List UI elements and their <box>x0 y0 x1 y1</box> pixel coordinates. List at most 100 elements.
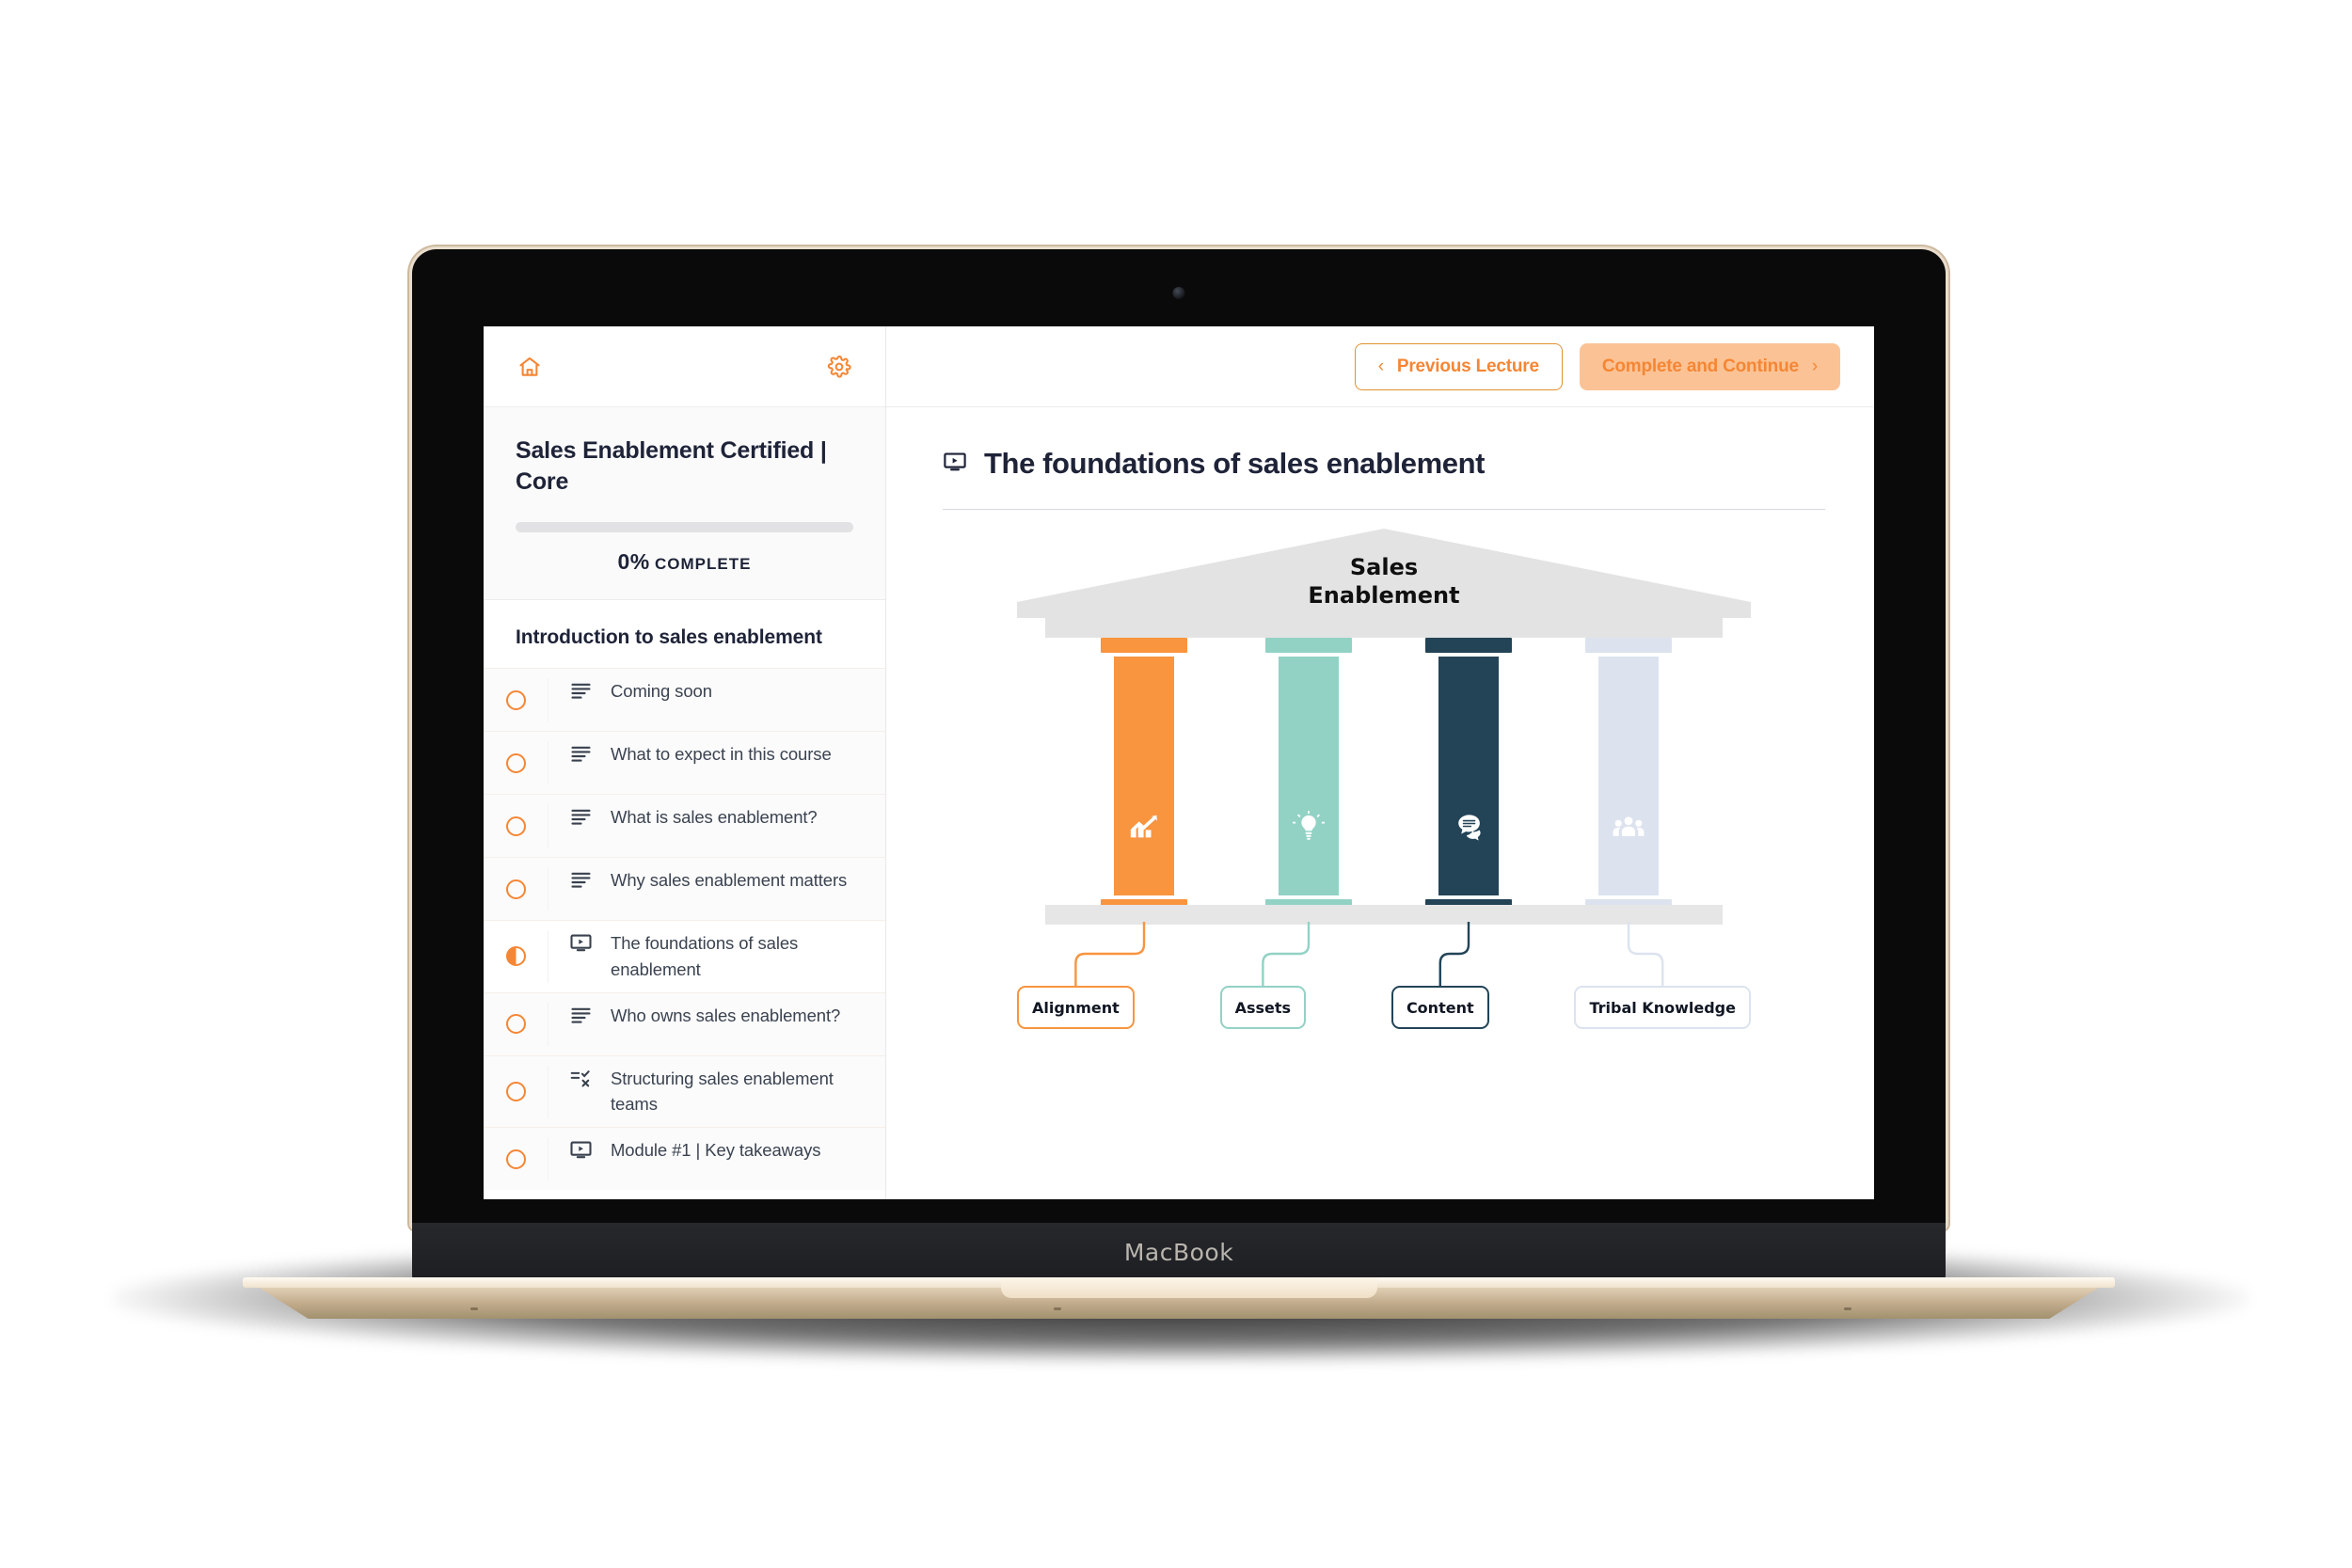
text-lines-icon <box>569 679 594 707</box>
status-empty-circle-icon <box>505 1081 526 1101</box>
lesson-status-toggle[interactable] <box>484 946 548 967</box>
previous-lecture-button[interactable]: ‹ Previous Lecture <box>1354 342 1563 390</box>
lesson-item[interactable]: Module #1 | Key takeaways <box>484 1127 885 1190</box>
base-foot-dot <box>1054 1307 1061 1310</box>
webcam-icon <box>1172 287 1185 299</box>
diagram-container: Sales Enablement Alignment Assets Conten… <box>943 510 1825 1029</box>
people-icon <box>1613 811 1645 843</box>
lesson-label: What is sales enablement? <box>611 807 818 827</box>
lesson-status-toggle[interactable] <box>484 879 548 899</box>
pillar-label-assets[interactable]: Assets <box>1219 986 1307 1029</box>
lesson-item[interactable]: What is sales enablement? <box>484 794 885 857</box>
pillar-shaft <box>1598 657 1659 895</box>
main-content: ‹ Previous Lecture Complete and Continue… <box>886 326 1874 1199</box>
lecture-title: The foundations of sales enablement <box>984 447 1486 480</box>
pillar-content <box>1425 638 1512 914</box>
pillar-capital <box>1101 638 1187 653</box>
lesson-label: Who owns sales enablement? <box>611 1005 841 1025</box>
main-topbar: ‹ Previous Lecture Complete and Continue… <box>886 326 1874 407</box>
sidebar-topbar <box>484 326 885 407</box>
lesson-item[interactable]: Coming soon <box>484 668 885 731</box>
video-icon <box>569 931 594 959</box>
progress-suffix: COMPLETE <box>655 555 752 573</box>
growth-chart-icon <box>1128 811 1160 843</box>
video-icon <box>569 1138 594 1166</box>
laptop-base-notch <box>1001 1277 1377 1298</box>
quiz-icon <box>569 1067 594 1095</box>
connector-lines <box>1074 922 1664 986</box>
lesson-status-toggle[interactable] <box>484 816 548 836</box>
lesson-status-toggle[interactable] <box>484 1148 548 1169</box>
pillar-capital <box>1425 638 1512 653</box>
complete-and-continue-button[interactable]: Complete and Continue › <box>1579 342 1840 390</box>
lesson-item[interactable]: Who owns sales enablement? <box>484 991 885 1055</box>
pillar-alignment <box>1101 638 1187 914</box>
lesson-list: Coming soon What to expect in this cours… <box>484 668 885 1199</box>
chevron-right-icon: › <box>1811 356 1818 376</box>
sidebar: Sales Enablement Certified | Core 0% COM… <box>484 326 886 1199</box>
section-title: Introduction to sales enablement <box>484 600 885 668</box>
home-icon[interactable] <box>517 355 542 379</box>
status-empty-circle-icon <box>505 689 526 710</box>
lesson-body: Coming soon <box>548 678 885 721</box>
pillar-label-content[interactable]: Content <box>1391 986 1489 1029</box>
pediment-title-line2: Enablement <box>1308 582 1460 609</box>
laptop-mockup: Sales Enablement Certified | Core 0% COM… <box>0 0 2352 1568</box>
complete-and-continue-label: Complete and Continue <box>1601 356 1799 376</box>
base-foot-dot <box>470 1307 478 1310</box>
course-progress-panel: Sales Enablement Certified | Core 0% COM… <box>484 407 885 600</box>
chevron-left-icon: ‹ <box>1377 356 1384 376</box>
lesson-body: The foundations of sales enablement <box>548 930 885 983</box>
lesson-body: Why sales enablement matters <box>548 867 885 911</box>
laptop-lid: Sales Enablement Certified | Core 0% COM… <box>412 249 1946 1227</box>
pillar-tribal-knowledge <box>1585 638 1672 914</box>
pillar-assets <box>1265 638 1352 914</box>
status-empty-circle-icon <box>505 816 526 836</box>
lesson-item[interactable]: Why sales enablement matters <box>484 857 885 920</box>
lesson-body: Module #1 | Key takeaways <box>548 1137 885 1180</box>
gear-icon[interactable] <box>827 355 851 379</box>
lesson-status-toggle[interactable] <box>484 752 548 773</box>
lesson-label: Structuring sales enablement teams <box>611 1068 834 1115</box>
lesson-item[interactable]: Structuring sales enablement teams <box>484 1054 885 1127</box>
previous-lecture-label: Previous Lecture <box>1396 356 1539 376</box>
lesson-status-toggle[interactable] <box>484 1081 548 1101</box>
course-title: Sales Enablement Certified | Core <box>516 437 827 495</box>
lesson-body: What is sales enablement? <box>548 804 885 847</box>
chat-bubble-icon <box>1453 811 1485 843</box>
lesson-status-toggle[interactable] <box>484 1014 548 1034</box>
pillar-shaft <box>1114 657 1174 895</box>
pillar-capital <box>1585 638 1672 653</box>
status-empty-circle-icon <box>505 752 526 773</box>
lesson-body: Structuring sales enablement teams <box>548 1065 885 1117</box>
pillar-shaft <box>1438 657 1499 895</box>
course-app: Sales Enablement Certified | Core 0% COM… <box>484 326 1874 1199</box>
lesson-status-toggle[interactable] <box>484 689 548 710</box>
laptop-chin: MacBook <box>412 1223 1946 1282</box>
sales-enablement-temple-diagram: Sales Enablement Alignment Assets Conten… <box>1017 529 1751 1029</box>
architrave-bar <box>1045 618 1723 638</box>
pediment-title: Sales Enablement <box>1017 553 1751 610</box>
lesson-label: What to expect in this course <box>611 744 832 764</box>
device-label: MacBook <box>1123 1239 1234 1266</box>
lecture-body: The foundations of sales enablement Sale… <box>886 407 1874 1199</box>
progress-percent: 0% <box>617 549 650 574</box>
pillar-labels-group: Alignment Assets Content Tribal Knowledge <box>1017 986 1751 1029</box>
lesson-label: Module #1 | Key takeaways <box>611 1140 821 1160</box>
lesson-item[interactable]: The foundations of sales enablement <box>484 920 885 992</box>
pillar-shaft <box>1279 657 1339 895</box>
screen: Sales Enablement Certified | Core 0% COM… <box>484 326 1874 1199</box>
lesson-label: Why sales enablement matters <box>611 870 848 890</box>
progress-label: 0% COMPLETE <box>516 549 853 575</box>
video-icon <box>943 450 967 479</box>
text-lines-icon <box>569 742 594 770</box>
status-empty-circle-icon <box>505 1014 526 1034</box>
pillar-label-tribal-knowledge[interactable]: Tribal Knowledge <box>1574 986 1751 1029</box>
text-lines-icon <box>569 805 594 833</box>
status-empty-circle-icon <box>505 879 526 899</box>
base-foot-dot <box>1844 1307 1851 1310</box>
status-half-circle-icon <box>505 946 526 967</box>
lesson-body: What to expect in this course <box>548 741 885 784</box>
pillar-label-alignment[interactable]: Alignment <box>1017 986 1135 1029</box>
lesson-item[interactable]: What to expect in this course <box>484 731 885 794</box>
